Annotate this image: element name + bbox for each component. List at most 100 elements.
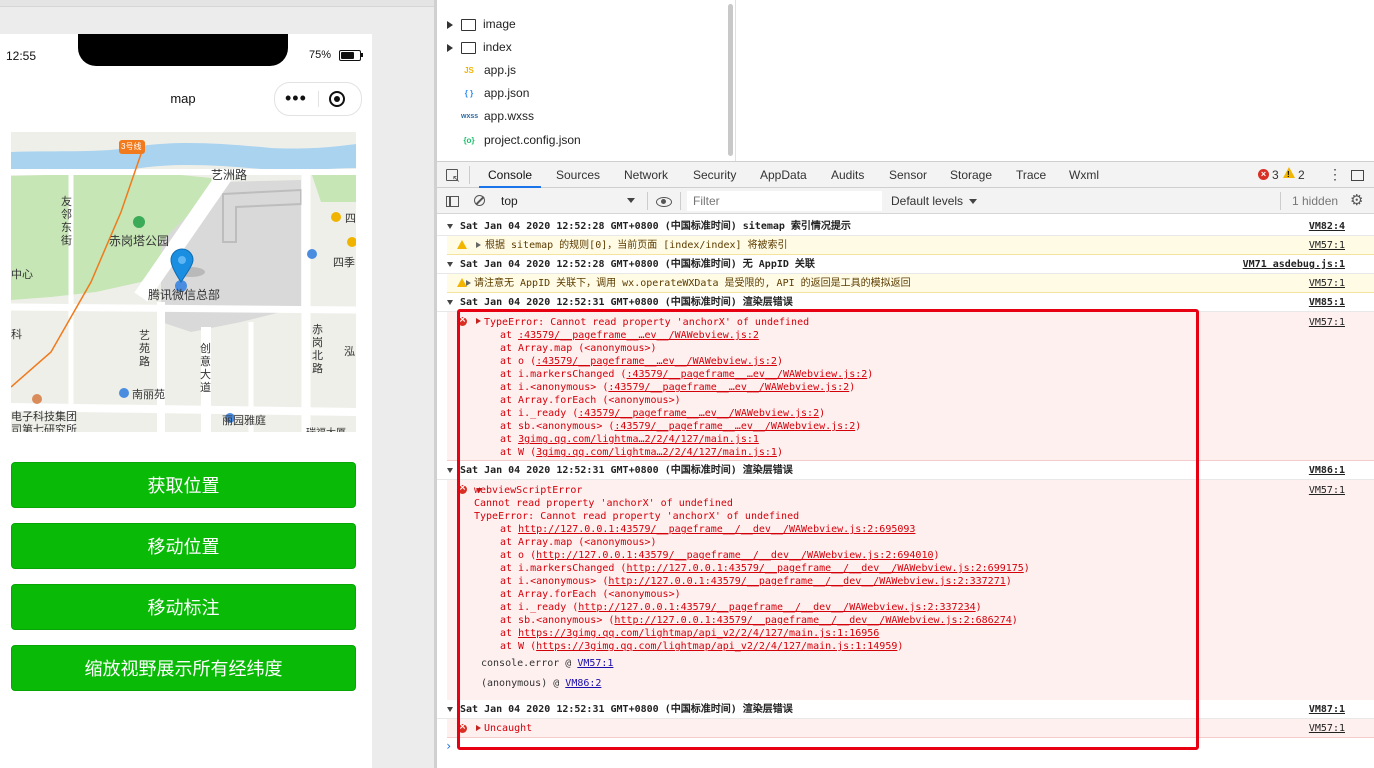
source-link[interactable]: VM85:1 <box>1309 293 1345 312</box>
caret-down-icon[interactable] <box>969 199 977 204</box>
stack-frame: at i.markersChanged (http://127.0.0.1:43… <box>500 563 1030 574</box>
filter-input[interactable] <box>687 191 882 211</box>
trace-link[interactable]: VM86:2 <box>565 678 601 689</box>
gear-icon[interactable]: ⚙ <box>1350 191 1363 211</box>
stack-frame-link[interactable]: http://127.0.0.1:43579/__pageframe__/__d… <box>578 602 975 613</box>
file-tree-scrollbar[interactable] <box>728 4 733 156</box>
sidebar-toggle-icon[interactable] <box>446 196 459 207</box>
stack-frame-link[interactable]: :43579/__pageframe__…ev__/WAWebview.js:2 <box>608 382 849 393</box>
stack-frame-link[interactable]: http://127.0.0.1:43579/__pageframe__/__d… <box>626 563 1023 574</box>
stack-frame-link[interactable]: :43579/__pageframe__…ev__/WAWebview.js:2 <box>626 369 867 380</box>
chevron-down-icon[interactable] <box>447 468 453 473</box>
log-group-header[interactable]: Sat Jan 04 2020 12:52:31 GMT+0800 (中国标准时… <box>437 293 1374 312</box>
tab-storage[interactable]: Storage <box>950 162 992 188</box>
chevron-right-icon[interactable] <box>447 43 453 52</box>
tree-folder-index[interactable]: index <box>447 36 512 58</box>
clear-console-icon[interactable] <box>474 195 485 206</box>
stack-frame: at i._ready (http://127.0.0.1:43579/__pa… <box>500 602 982 613</box>
undock-icon[interactable] <box>1351 170 1364 181</box>
tree-file-app-wxss[interactable]: wxss app.wxss <box>447 105 534 127</box>
stack-frame-link[interactable]: :43579/__pageframe__…ev__/WAWebview.js:2 <box>578 408 819 419</box>
tab-security[interactable]: Security <box>693 162 736 188</box>
map-view[interactable]: 3号线 艺洲路 赤岗塔公园 腾讯微信总部 友邻东街 中心 艺苑路 创意大道 赤岗… <box>11 132 356 432</box>
console-log: Sat Jan 04 2020 12:52:28 GMT+0800 (中国标准时… <box>437 214 1374 768</box>
source-link[interactable]: VM82:4 <box>1309 217 1345 236</box>
capsule-menu[interactable]: ••• <box>274 82 362 116</box>
warning-count[interactable]: 2 <box>1298 162 1305 188</box>
tab-trace[interactable]: Trace <box>1016 162 1046 188</box>
phone-notch <box>78 34 288 66</box>
stack-frame: at W (3gimg.qq.com/lightma…2/2/4/127/mai… <box>500 447 783 458</box>
tree-file-app-js[interactable]: JS app.js <box>447 59 516 81</box>
chevron-down-icon[interactable] <box>447 707 453 712</box>
more-dots-icon[interactable]: ••• <box>285 88 307 108</box>
source-link[interactable]: VM57:1 <box>1309 481 1345 500</box>
chevron-down-icon[interactable] <box>447 224 453 229</box>
stack-frame-link[interactable]: 3gimg.qq.com/lightma…2/2/4/127/main.js:1 <box>518 434 759 445</box>
tree-file-app-json[interactable]: { } app.json <box>447 82 530 104</box>
source-link[interactable]: VM57:1 <box>1309 236 1345 255</box>
chevron-right-icon[interactable] <box>466 280 471 286</box>
move-marker-button[interactable]: 移动标注 <box>11 584 356 630</box>
devtools-panel: ↖ Console Sources Network Security AppDa… <box>437 161 1374 768</box>
tab-wxml[interactable]: Wxml <box>1069 162 1099 188</box>
warning-mark: ! <box>1287 170 1290 179</box>
chevron-right-icon[interactable] <box>447 20 453 29</box>
source-link[interactable]: VM57:1 <box>1309 274 1345 293</box>
more-options-icon[interactable]: ⋮ <box>1328 167 1342 181</box>
stack-frame: at sb.<anonymous> (:43579/__pageframe__…… <box>500 421 862 432</box>
include-points-button[interactable]: 缩放视野展示所有经纬度 <box>11 645 356 691</box>
stack-frame-link[interactable]: :43579/__pageframe__…ev__/WAWebview.js:2 <box>518 330 759 341</box>
move-location-button[interactable]: 移动位置 <box>11 523 356 569</box>
tree-file-project-config[interactable]: {o} project.config.json <box>447 129 580 151</box>
log-group-header[interactable]: Sat Jan 04 2020 12:52:28 GMT+0800 (中国标准时… <box>437 255 1374 274</box>
chevron-down-icon[interactable] <box>447 300 453 305</box>
source-link[interactable]: VM86:1 <box>1309 461 1345 480</box>
error-count-icon[interactable]: × <box>1258 169 1269 180</box>
stack-frame-link[interactable]: http://127.0.0.1:43579/__pageframe__/__d… <box>608 576 1005 587</box>
chevron-right-icon[interactable] <box>476 318 481 324</box>
warning-message[interactable]: 根据 sitemap 的规则[0]，当前页面 [index/index] 将被索… <box>447 236 1374 255</box>
source-link[interactable]: VM57:1 <box>1309 719 1345 738</box>
log-levels-dropdown[interactable]: Default levels <box>891 188 963 214</box>
log-group-header[interactable]: Sat Jan 04 2020 12:52:31 GMT+0800 (中国标准时… <box>437 700 1374 719</box>
stack-frame-link[interactable]: https://3gimg.qq.com/lightmap/api_v2/2/4… <box>518 628 879 639</box>
stack-frame-link[interactable]: 3gimg.qq.com/lightma…2/2/4/127/main.js:1 <box>536 447 777 458</box>
warning-message[interactable]: 请注意无 AppID 关联下，调用 wx.operateWXData 是受限的,… <box>447 274 1374 293</box>
log-group-header[interactable]: Sat Jan 04 2020 12:52:28 GMT+0800 (中国标准时… <box>437 217 1374 236</box>
stack-frame-link[interactable]: https://3gimg.qq.com/lightmap/api_v2/2/4… <box>536 641 897 652</box>
error-message[interactable]: VM57:1 TypeError: Cannot read property '… <box>447 312 1374 461</box>
log-group-header[interactable]: Sat Jan 04 2020 12:52:31 GMT+0800 (中国标准时… <box>437 461 1374 480</box>
chevron-right-icon[interactable] <box>476 242 481 248</box>
close-target-icon[interactable] <box>329 91 345 107</box>
get-location-button[interactable]: 获取位置 <box>11 462 356 508</box>
tab-appdata[interactable]: AppData <box>760 162 807 188</box>
error-title: Uncaught <box>484 723 533 734</box>
chevron-down-icon[interactable] <box>447 262 453 267</box>
stack-frame: at i._ready (:43579/__pageframe__…ev__/W… <box>500 408 826 419</box>
error-count[interactable]: 3 <box>1272 162 1279 188</box>
error-message[interactable]: VM57:1 webviewScriptError Cannot read pr… <box>447 480 1374 702</box>
source-link[interactable]: VM87:1 <box>1309 700 1345 719</box>
source-link[interactable]: VM71 asdebug.js:1 <box>1243 255 1345 274</box>
chevron-right-icon[interactable] <box>476 725 481 731</box>
tab-sources[interactable]: Sources <box>556 162 600 188</box>
tab-console[interactable]: Console <box>479 162 542 188</box>
tab-audits[interactable]: Audits <box>831 162 864 188</box>
map-label-bottom-right: 瑞福大厦 <box>306 424 346 432</box>
trace-link[interactable]: VM57:1 <box>577 658 613 669</box>
stack-frame-link[interactable]: http://127.0.0.1:43579/__pageframe__/__d… <box>518 524 915 535</box>
tab-network[interactable]: Network <box>624 162 668 188</box>
stack-frame-link[interactable]: http://127.0.0.1:43579/__pageframe__/__d… <box>536 550 933 561</box>
tree-folder-image[interactable]: image <box>447 13 516 35</box>
stack-frame-link[interactable]: http://127.0.0.1:43579/__pageframe__/__d… <box>614 615 1011 626</box>
caret-down-icon[interactable] <box>627 198 635 203</box>
context-select[interactable]: top <box>501 192 641 210</box>
live-expression-eye-icon[interactable] <box>656 197 672 207</box>
console-prompt[interactable]: › <box>445 739 452 753</box>
stack-frame-link[interactable]: :43579/__pageframe__…ev__/WAWebview.js:2 <box>614 421 855 432</box>
source-link[interactable]: VM57:1 <box>1309 313 1345 332</box>
tab-sensor[interactable]: Sensor <box>889 162 927 188</box>
stack-frame-link[interactable]: :43579/__pageframe__…ev__/WAWebview.js:2 <box>536 356 777 367</box>
error-message[interactable]: VM57:1 Uncaught <box>447 719 1374 738</box>
